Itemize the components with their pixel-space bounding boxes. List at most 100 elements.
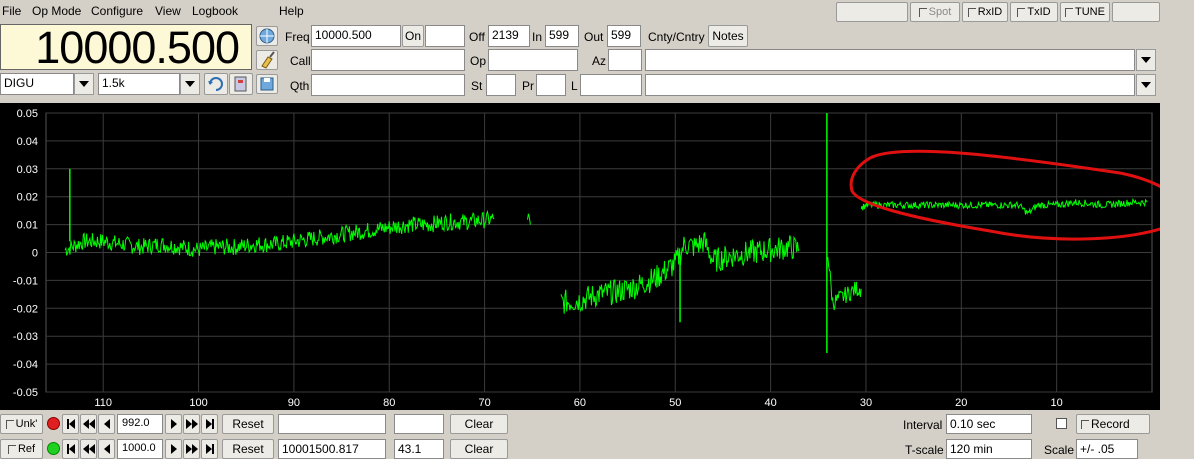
on-button[interactable]: On	[402, 25, 424, 47]
clear-button[interactable]: Clear	[450, 414, 508, 434]
st-field[interactable]	[486, 74, 516, 96]
rxid-button[interactable]: RxID	[962, 2, 1008, 22]
x-tick-label: 90	[288, 397, 300, 409]
step-back-icon[interactable]	[98, 414, 115, 434]
record-checkbox[interactable]	[1056, 418, 1067, 429]
unk-button[interactable]: Unk'	[0, 414, 43, 434]
first-icon[interactable]	[62, 414, 79, 434]
txid-checkbox[interactable]	[1017, 7, 1026, 17]
out-field[interactable]: 599	[607, 25, 641, 47]
last-icon-2[interactable]	[201, 439, 218, 459]
record-label: Record	[1091, 417, 1130, 431]
fast-forward-icon-2[interactable]	[183, 439, 200, 459]
out-label: Out	[584, 30, 604, 44]
txid-label: TxID	[1027, 6, 1051, 18]
chevron-down-icon	[1141, 82, 1151, 88]
step-forward-icon[interactable]	[165, 414, 182, 434]
ref-freq-field[interactable]: 10001500.817	[278, 439, 386, 459]
clear-button-2[interactable]: Clear	[450, 439, 508, 459]
text-field[interactable]	[278, 414, 386, 434]
spot-checkbox[interactable]	[918, 7, 927, 17]
in-field[interactable]: 599	[545, 25, 579, 47]
y-tick-label: -0.01	[13, 275, 38, 287]
cnty-label: Cnty/Cntry	[648, 30, 705, 44]
menu-logbook[interactable]: Logbook	[192, 4, 238, 18]
refresh-icon[interactable]	[204, 73, 228, 95]
y-tick-label: -0.03	[13, 331, 38, 343]
spot-button[interactable]: Spot	[910, 2, 960, 22]
reset-button[interactable]: Reset	[222, 414, 274, 434]
ref-small-field[interactable]: 43.1	[394, 439, 444, 459]
frequency-display[interactable]: 10000.500	[0, 24, 252, 71]
reset-button-2[interactable]: Reset	[222, 439, 274, 459]
rxid-checkbox[interactable]	[967, 7, 976, 17]
menu-file[interactable]: File	[2, 4, 21, 18]
notes-field[interactable]	[645, 74, 1135, 96]
ref-indicator[interactable]	[47, 442, 60, 455]
interval-label: Interval	[903, 418, 943, 432]
step-back-icon-2[interactable]	[98, 439, 115, 459]
y-tick-label: -0.04	[13, 359, 38, 371]
save-log-icon[interactable]	[256, 74, 278, 94]
fast-forward-icon[interactable]	[183, 414, 200, 434]
annotation-ellipse	[849, 149, 1183, 241]
tscale-field[interactable]: 120 min	[946, 439, 1032, 459]
position-field[interactable]: 992.0	[117, 414, 163, 434]
menu-help[interactable]: Help	[279, 4, 304, 18]
y-tick-label: 0.03	[17, 164, 38, 176]
ref-position-field[interactable]: 1000.0	[117, 439, 163, 459]
globe-icon[interactable]	[256, 26, 278, 46]
trace-segment	[527, 213, 531, 225]
call-field[interactable]	[311, 49, 465, 71]
small-field[interactable]	[394, 414, 444, 434]
broom-icon[interactable]	[256, 50, 278, 70]
record-button[interactable]: Record	[1076, 414, 1150, 434]
trace-segment	[64, 209, 495, 257]
on-field[interactable]	[425, 25, 465, 47]
first-icon-2[interactable]	[62, 439, 79, 459]
pr-field[interactable]	[536, 74, 566, 96]
scale-field[interactable]: +/- .05	[1076, 439, 1138, 459]
record-check[interactable]	[1081, 419, 1089, 429]
tune-checkbox[interactable]	[1065, 7, 1074, 17]
off-field[interactable]: 2139	[488, 25, 530, 47]
spot-label: Spot	[928, 6, 952, 18]
txid-button[interactable]: TxID	[1010, 2, 1058, 22]
ref-label: Ref	[17, 443, 36, 455]
freq-field[interactable]: 10000.500	[311, 25, 401, 47]
notes-button[interactable]: Notes	[708, 25, 748, 47]
y-tick-label: 0.01	[17, 220, 38, 232]
x-tick-label: 60	[574, 397, 586, 409]
x-tick-label: 80	[383, 397, 395, 409]
tune-button[interactable]: TUNE	[1060, 2, 1110, 22]
l-field[interactable]	[580, 74, 642, 96]
menu-view[interactable]: View	[155, 4, 181, 18]
az-label: Az	[592, 54, 607, 68]
unk-checkbox[interactable]	[5, 419, 14, 429]
menu-op-mode[interactable]: Op Mode	[32, 4, 81, 18]
record-indicator[interactable]	[47, 417, 60, 430]
az-field[interactable]	[608, 49, 642, 71]
menu-configure[interactable]: Configure	[91, 4, 143, 18]
notes-dropdown-arrow[interactable]	[1136, 74, 1156, 96]
interval-field[interactable]: 0.10 sec	[946, 414, 1032, 434]
last-icon[interactable]	[201, 414, 218, 434]
mode-select[interactable]: DIGU	[0, 73, 74, 95]
country-dropdown-arrow[interactable]	[1136, 49, 1156, 71]
ref-button[interactable]: Ref	[0, 439, 43, 459]
rewind-icon-2[interactable]	[80, 439, 97, 459]
op-field[interactable]	[488, 49, 578, 71]
blank-button[interactable]	[836, 2, 908, 22]
tscale-label: T-scale	[905, 443, 944, 457]
bandwidth-dropdown-arrow[interactable]	[180, 73, 200, 95]
blank-button-right[interactable]	[1112, 2, 1160, 22]
bandwidth-select[interactable]: 1.5k	[98, 73, 180, 95]
x-tick-label: 20	[955, 397, 967, 409]
memory-icon[interactable]	[229, 73, 253, 95]
rewind-icon[interactable]	[80, 414, 97, 434]
mode-dropdown-arrow[interactable]	[74, 73, 94, 95]
step-forward-icon-2[interactable]	[165, 439, 182, 459]
qth-field[interactable]	[311, 74, 465, 96]
ref-checkbox[interactable]	[7, 444, 16, 454]
country-field[interactable]	[645, 49, 1135, 71]
